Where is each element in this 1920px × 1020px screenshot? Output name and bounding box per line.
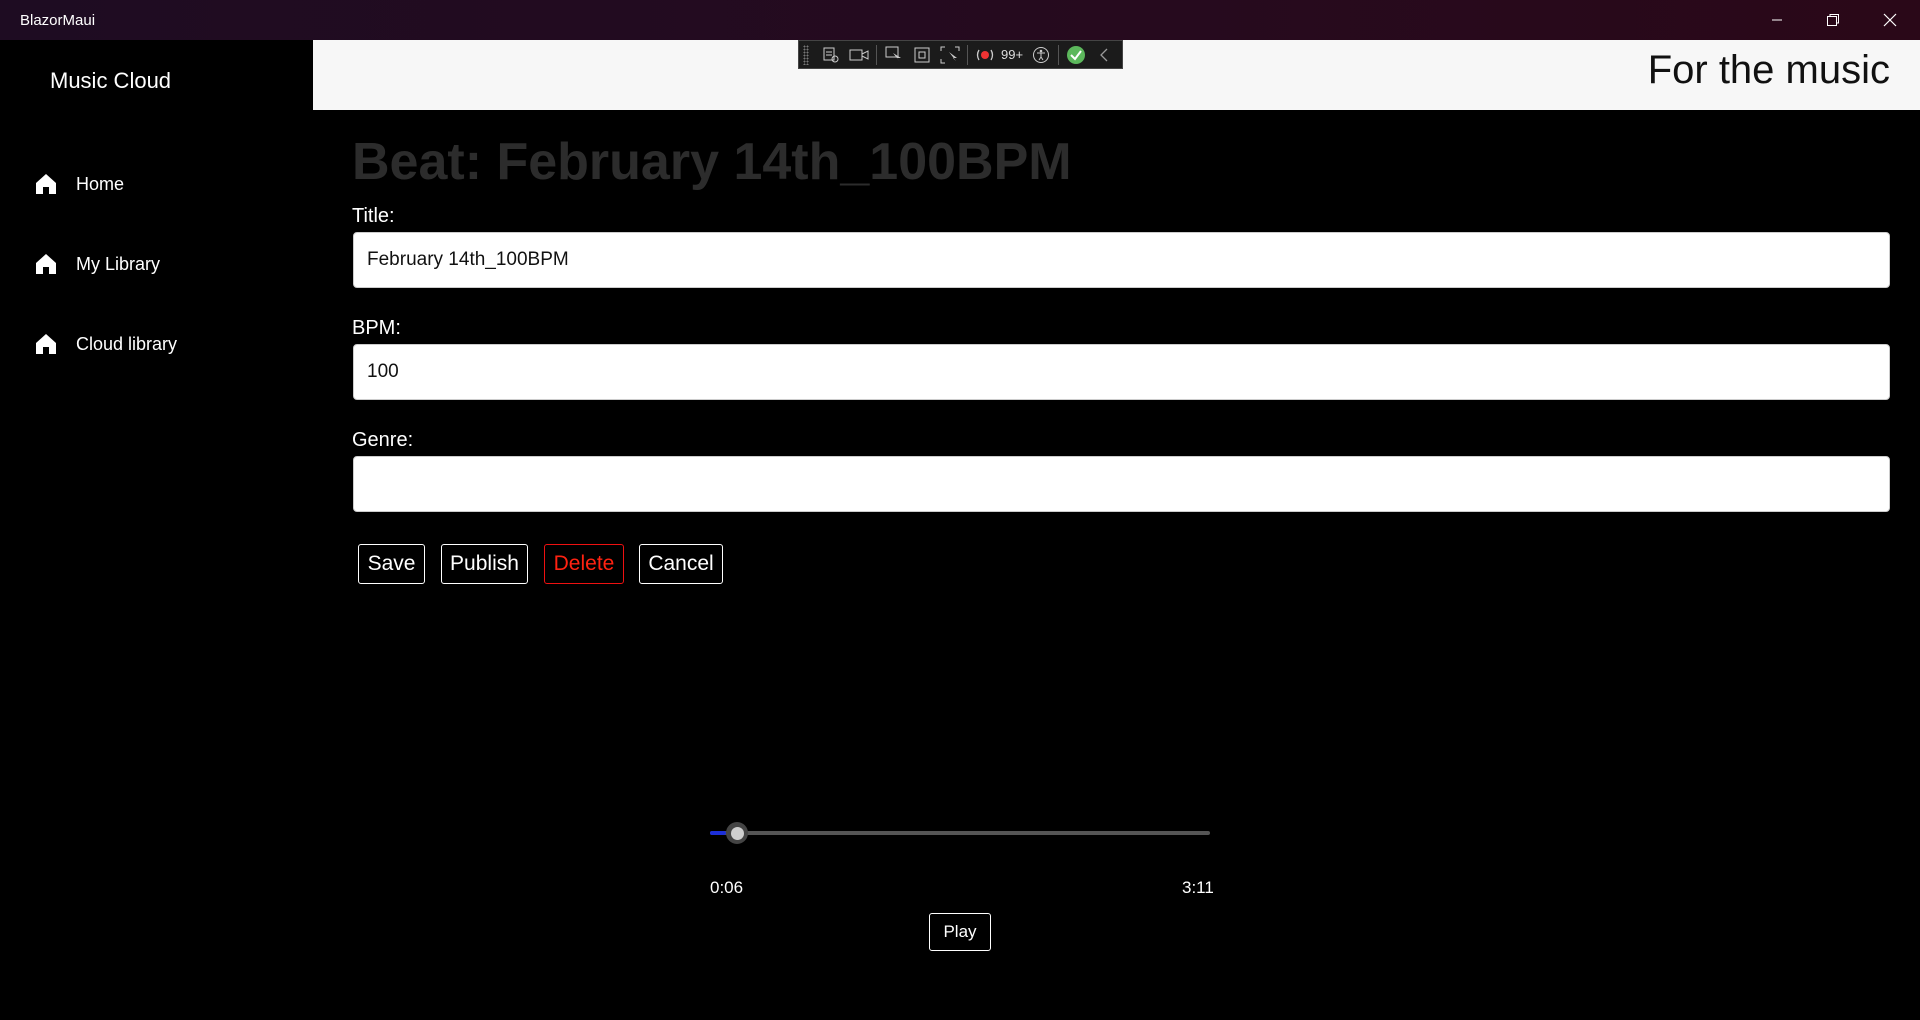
adorner-icon: [914, 47, 930, 62]
live-visual-tree-button[interactable]: [817, 43, 845, 67]
seek-slider-track[interactable]: [710, 831, 1210, 835]
cancel-button[interactable]: Cancel: [639, 544, 723, 584]
sidebar-item-my-library[interactable]: My Library: [34, 244, 160, 284]
broadcast-icon: [976, 49, 994, 60]
home-icon: [36, 334, 56, 354]
bpm-field[interactable]: 100: [353, 344, 1890, 400]
genre-label: Genre:: [352, 429, 414, 451]
notification-count: 99+: [1001, 47, 1024, 62]
close-button[interactable]: [1862, 0, 1918, 40]
header-tagline: For the music: [1647, 48, 1890, 92]
title-field[interactable]: February 14th_100BPM: [353, 232, 1890, 288]
debug-toolbar: 99+: [798, 40, 1123, 69]
status-ok-button[interactable]: [1062, 43, 1090, 67]
check-circle-icon: [1067, 45, 1086, 64]
home-icon: [36, 174, 56, 194]
collapse-toolbar-button[interactable]: [1090, 43, 1118, 67]
seek-slider-thumb[interactable]: [726, 822, 748, 844]
drag-grip-icon[interactable]: [803, 44, 809, 65]
sidebar-item-label: Home: [76, 173, 125, 194]
bpm-label: BPM:: [352, 317, 401, 339]
focus-icon: [940, 46, 960, 63]
sidebar-item-label: My Library: [76, 253, 161, 274]
visual-tree-icon: [823, 47, 839, 62]
minimize-icon: [1772, 19, 1782, 21]
toolbar-separator: [967, 44, 968, 65]
page-title: Beat: February 14th_100BPM: [352, 133, 1072, 191]
accessibility-checker-button[interactable]: [1027, 43, 1055, 67]
sidebar-item-label: Cloud library: [76, 333, 178, 354]
sidebar-item-cloud-library[interactable]: Cloud library: [34, 324, 177, 364]
sidebar: Music Cloud Home My Library Cloud librar…: [0, 40, 313, 1020]
display-layout-adorners-button[interactable]: [908, 43, 936, 67]
camera-icon: [849, 49, 869, 60]
record-button[interactable]: [845, 43, 873, 67]
select-element-icon: [885, 46, 901, 62]
restore-icon: [1827, 14, 1839, 26]
genre-field[interactable]: [353, 456, 1890, 512]
duration-time: 3:11: [1182, 878, 1214, 897]
home-icon: [36, 254, 56, 274]
brand-title[interactable]: Music Cloud: [50, 68, 171, 94]
restore-button[interactable]: [1805, 0, 1861, 40]
current-time: 0:06: [710, 878, 744, 897]
window-titlebar: BlazorMaui: [0, 0, 1920, 40]
delete-button[interactable]: Delete: [544, 544, 624, 584]
seek-slider-progress: [710, 831, 726, 835]
minimize-button[interactable]: [1749, 0, 1805, 40]
close-icon: [1883, 13, 1897, 27]
title-label: Title:: [352, 205, 395, 227]
sidebar-item-home[interactable]: Home: [34, 164, 124, 204]
toolbar-separator: [1058, 44, 1060, 65]
accessibility-icon: [1033, 46, 1050, 63]
track-focus-button[interactable]: [936, 43, 964, 67]
select-element-button[interactable]: [880, 43, 908, 67]
toolbar-separator: [876, 44, 877, 65]
hot-reload-status-button[interactable]: [971, 43, 999, 67]
publish-button[interactable]: Publish: [441, 544, 528, 584]
window-title: BlazorMaui: [20, 11, 96, 29]
save-button[interactable]: Save: [358, 544, 425, 584]
play-button[interactable]: Play: [929, 913, 991, 951]
chevron-left-icon: [1100, 48, 1108, 61]
